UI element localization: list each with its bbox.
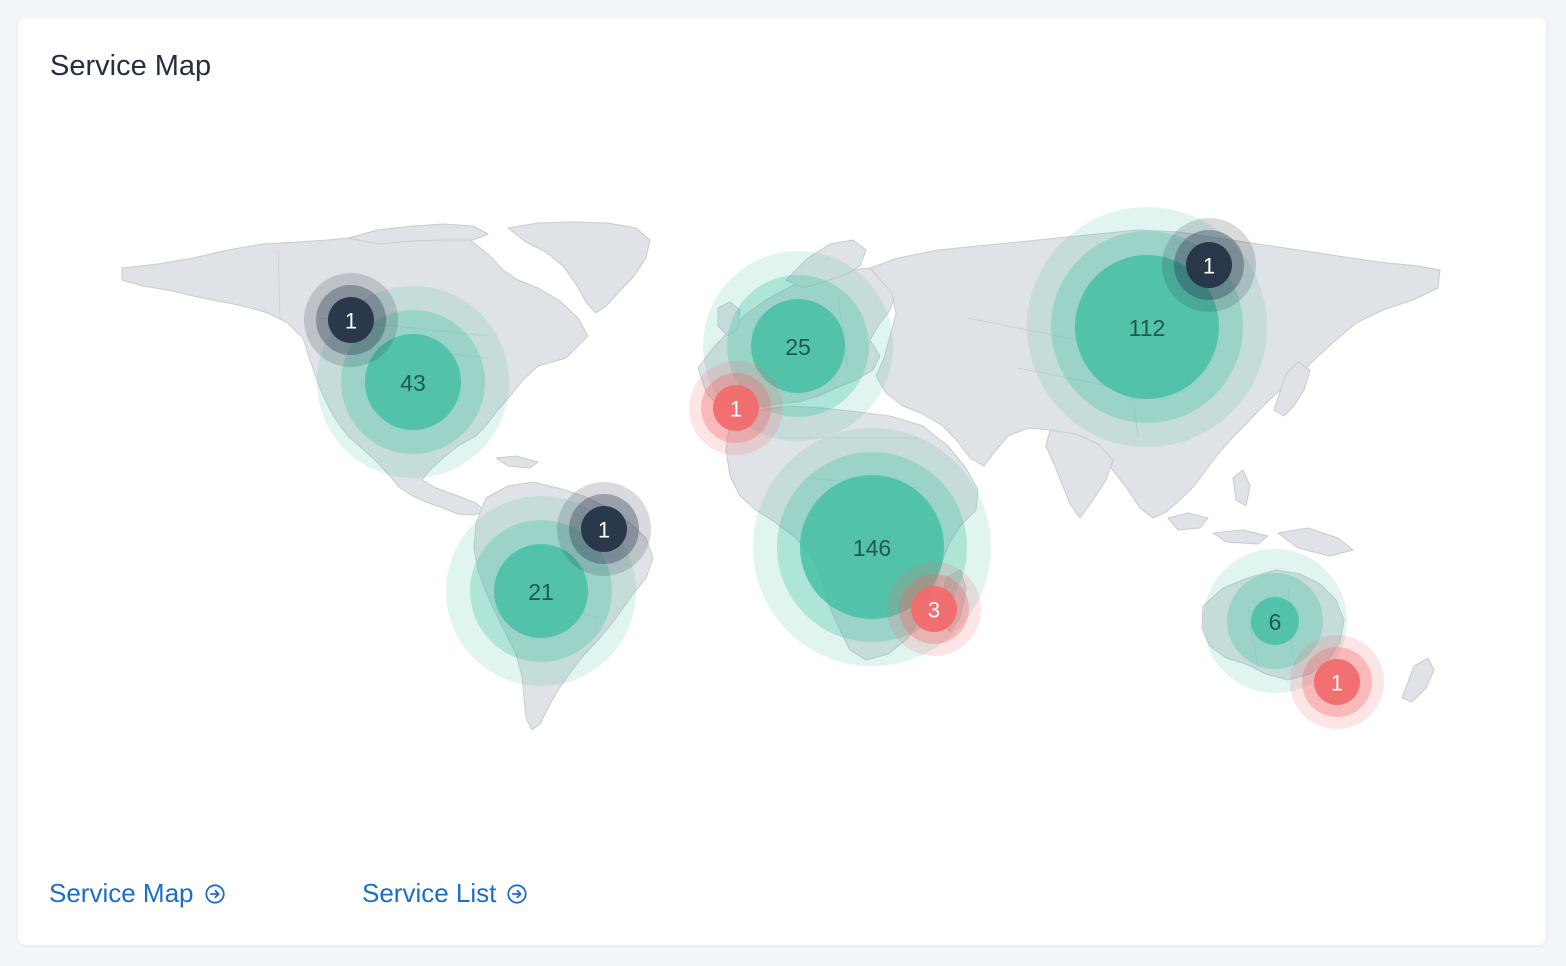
cluster-count-label: 1 [730, 397, 742, 422]
cluster-count-label: 3 [928, 598, 940, 623]
cluster-count-label: 1 [345, 309, 357, 334]
service-list-link[interactable]: Service List [362, 878, 528, 909]
cluster-marker-north-america-west[interactable]: 1 [304, 273, 398, 367]
world-map-svg: 43 1 21 1 25 1 146 3 112 1 6 1 [121, 207, 1441, 731]
cluster-count-label: 1 [1331, 671, 1343, 696]
service-map-link[interactable]: Service Map [49, 878, 226, 909]
cluster-count-label: 6 [1269, 609, 1282, 635]
cluster-marker-australia-southeast[interactable]: 1 [1290, 635, 1384, 729]
service-map-link-label: Service Map [49, 878, 194, 908]
cluster-count-label: 1 [1203, 254, 1215, 279]
cluster-marker-south-america-east[interactable]: 1 [557, 482, 651, 576]
arrow-circle-right-icon [507, 883, 528, 904]
cluster-marker-madagascar[interactable]: 3 [887, 562, 981, 656]
arrow-circle-right-icon [204, 883, 225, 904]
cluster-count-label: 25 [785, 334, 811, 360]
cluster-count-label: 112 [1129, 315, 1166, 341]
cluster-count-label: 43 [400, 370, 426, 396]
philippines-land [1232, 469, 1251, 507]
caribbean-land [495, 455, 539, 469]
new-zealand-land [1401, 657, 1435, 703]
cluster-count-label: 146 [853, 535, 891, 561]
service-list-link-label: Service List [362, 878, 497, 908]
world-map: 43 1 21 1 25 1 146 3 112 1 6 1 [18, 18, 1546, 945]
cluster-count-label: 1 [598, 518, 610, 543]
cluster-count-label: 21 [528, 579, 554, 605]
service-map-card: Service Map 43 1 21 1 25 1 146 3 112 1 6… [18, 18, 1546, 945]
cluster-marker-iberia[interactable]: 1 [689, 361, 783, 455]
cluster-marker-siberia[interactable]: 1 [1162, 218, 1256, 312]
indonesia-land [1167, 512, 1354, 557]
